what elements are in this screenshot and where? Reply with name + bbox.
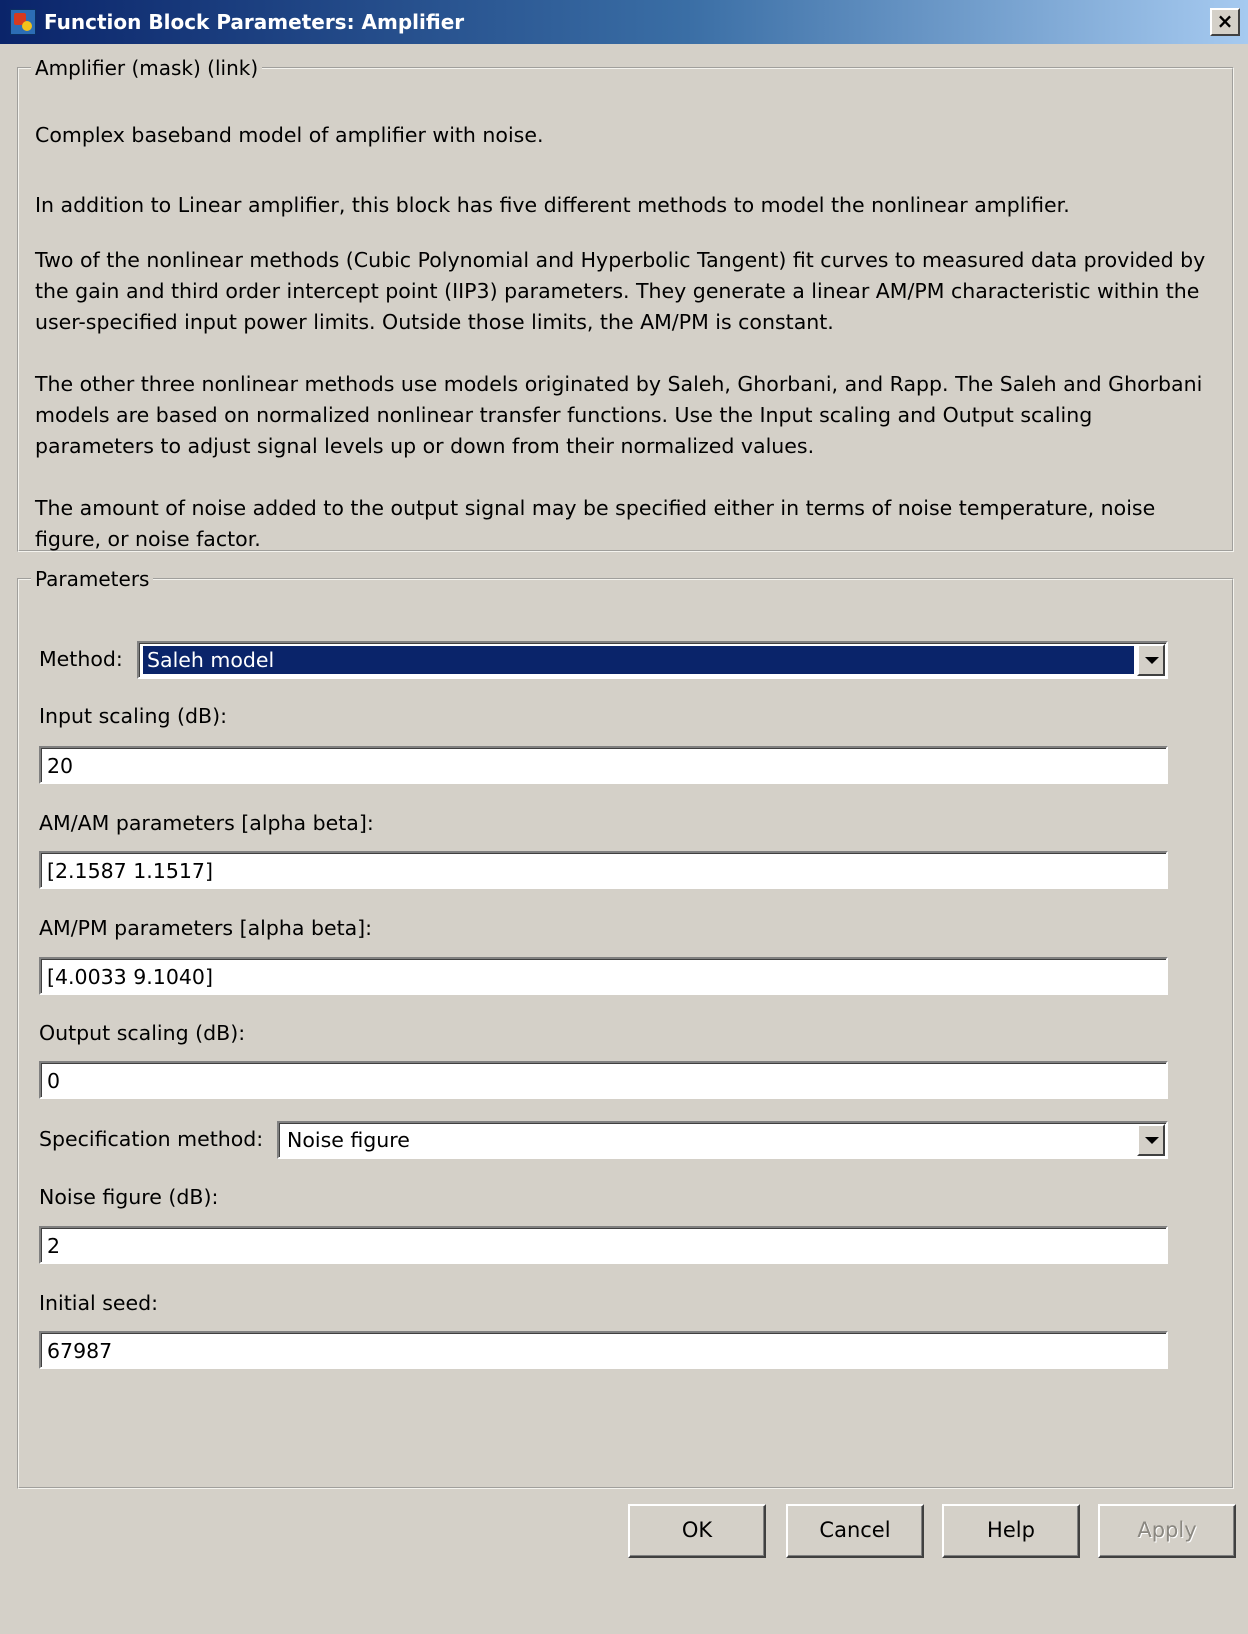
input-scaling-field[interactable]: 20 xyxy=(39,746,1168,784)
noise-figure-label: Noise figure (dB): xyxy=(39,1185,219,1209)
help-button[interactable]: Help xyxy=(942,1504,1080,1558)
description-paragraph-3: Two of the nonlinear methods (Cubic Poly… xyxy=(35,248,1206,334)
description-paragraph-1: Complex baseband model of amplifier with… xyxy=(35,123,544,147)
ampm-parameters-field[interactable]: [4.0033 9.1040] xyxy=(39,957,1168,995)
method-dropdown[interactable]: Saleh model xyxy=(137,641,1168,679)
input-scaling-label: Input scaling (dB): xyxy=(39,704,228,728)
noise-figure-field[interactable]: 2 xyxy=(39,1226,1168,1264)
close-button[interactable]: × xyxy=(1210,8,1240,36)
specification-method-value: Noise figure xyxy=(287,1128,410,1152)
output-scaling-field[interactable]: 0 xyxy=(39,1061,1168,1099)
title-bar: Function Block Parameters: Amplifier × xyxy=(0,0,1248,44)
output-scaling-label: Output scaling (dB): xyxy=(39,1021,246,1045)
method-selected-value: Saleh model xyxy=(143,646,1134,674)
initial-seed-field[interactable]: 67987 xyxy=(39,1331,1168,1369)
description-group: Amplifier (mask) (link) Complex baseband… xyxy=(17,56,1234,552)
method-label: Method: xyxy=(39,647,123,671)
apply-button: Apply xyxy=(1098,1504,1236,1558)
cancel-button[interactable]: Cancel xyxy=(786,1504,924,1558)
parameters-legend: Parameters xyxy=(35,567,150,591)
simulink-app-icon xyxy=(10,9,36,35)
description-paragraph-4: The other three nonlinear methods use mo… xyxy=(35,372,1203,458)
specification-method-dropdown[interactable]: Noise figure xyxy=(277,1121,1168,1159)
initial-seed-label: Initial seed: xyxy=(39,1291,159,1315)
chevron-down-icon[interactable] xyxy=(1137,644,1165,676)
description-paragraph-5: The amount of noise added to the output … xyxy=(35,496,1156,551)
ok-button[interactable]: OK xyxy=(628,1504,766,1558)
window-title: Function Block Parameters: Amplifier xyxy=(44,10,465,34)
amam-parameters-label: AM/AM parameters [alpha beta]: xyxy=(39,811,374,835)
parameters-group: Parameters Method: Saleh model Input sca… xyxy=(17,567,1234,1489)
specification-method-label: Specification method: xyxy=(39,1127,264,1151)
ampm-parameters-label: AM/PM parameters [alpha beta]: xyxy=(39,916,373,940)
description-paragraph-2: In addition to Linear amplifier, this bl… xyxy=(35,193,1070,217)
chevron-down-icon[interactable] xyxy=(1137,1124,1165,1156)
amam-parameters-field[interactable]: [2.1587 1.1517] xyxy=(39,851,1168,889)
description-legend: Amplifier (mask) (link) xyxy=(35,56,259,80)
